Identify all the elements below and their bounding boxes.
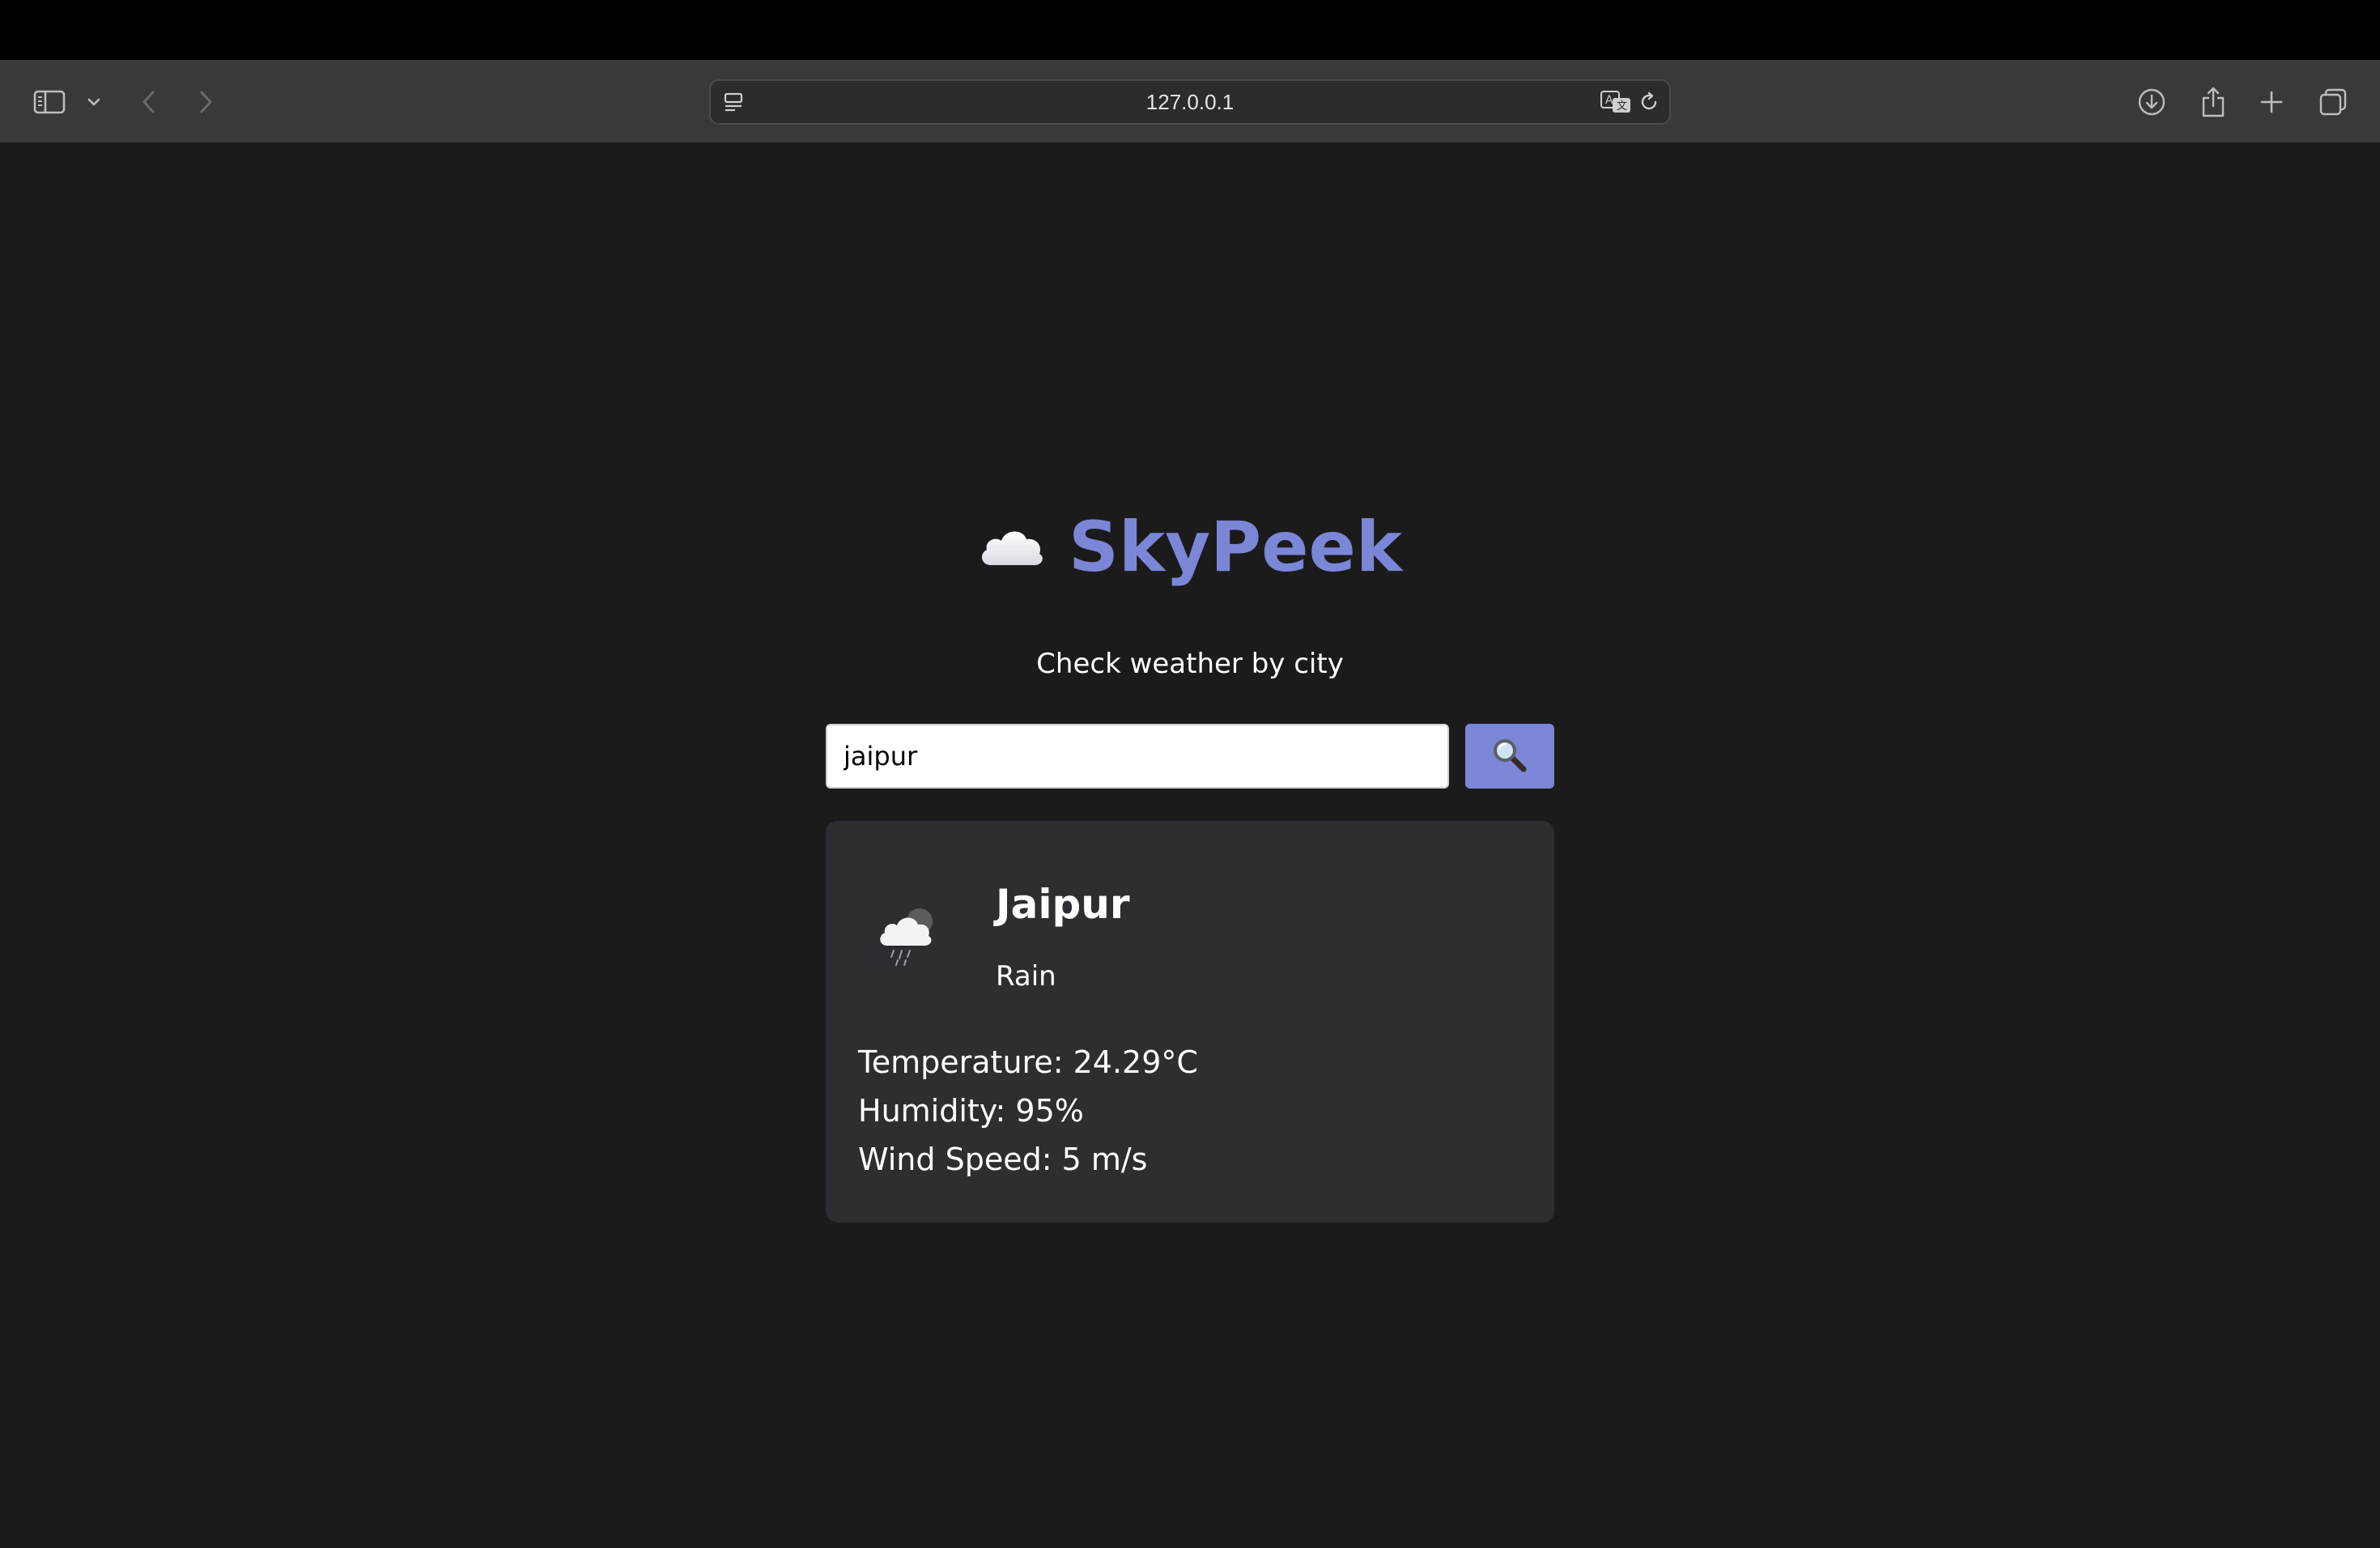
svg-text:A: A	[1605, 94, 1613, 107]
search-button[interactable]	[1465, 724, 1554, 789]
city-name: Jaipur	[996, 881, 1130, 928]
address-bar[interactable]: 127.0.0.1 A文	[709, 79, 1671, 125]
magnifier-icon	[1491, 737, 1528, 776]
svg-text:文: 文	[1617, 100, 1627, 113]
macos-menu-bar	[0, 0, 2380, 60]
weather-condition: Rain	[996, 960, 1056, 993]
tab-overview-icon[interactable]	[2317, 60, 2349, 144]
page-content: SkyPeek Check weather by city Jaipur	[0, 144, 2380, 1548]
weather-card: Jaipur Rain Temperature: 24.29°C Humidit…	[826, 821, 1554, 1223]
temperature-text: Temperature: 24.29°C	[858, 1044, 1198, 1080]
rain-cloud-icon	[876, 900, 941, 972]
sidebar-icon[interactable]	[29, 60, 70, 144]
share-icon[interactable]	[2197, 60, 2229, 144]
download-icon[interactable]	[2136, 60, 2168, 144]
browser-toolbar: 127.0.0.1 A文	[0, 60, 2380, 144]
city-search-input[interactable]	[826, 724, 1449, 789]
chevron-down-icon[interactable]	[83, 60, 105, 144]
cloud-icon	[978, 521, 1046, 573]
forward-arrow-icon[interactable]	[193, 60, 219, 144]
reload-icon[interactable]	[1638, 81, 1660, 123]
wind-speed-text: Wind Speed: 5 m/s	[858, 1142, 1148, 1177]
app-header: SkyPeek	[0, 507, 2380, 588]
humidity-text: Humidity: 95%	[858, 1093, 1084, 1129]
app-title: SkyPeek	[1068, 507, 1403, 588]
app-subtitle: Check weather by city	[1036, 648, 1344, 680]
url-text[interactable]: 127.0.0.1	[711, 81, 1669, 123]
translate-icon[interactable]: A文	[1600, 81, 1632, 123]
new-tab-icon[interactable]	[2257, 60, 2286, 144]
back-arrow-icon[interactable]	[136, 60, 162, 144]
